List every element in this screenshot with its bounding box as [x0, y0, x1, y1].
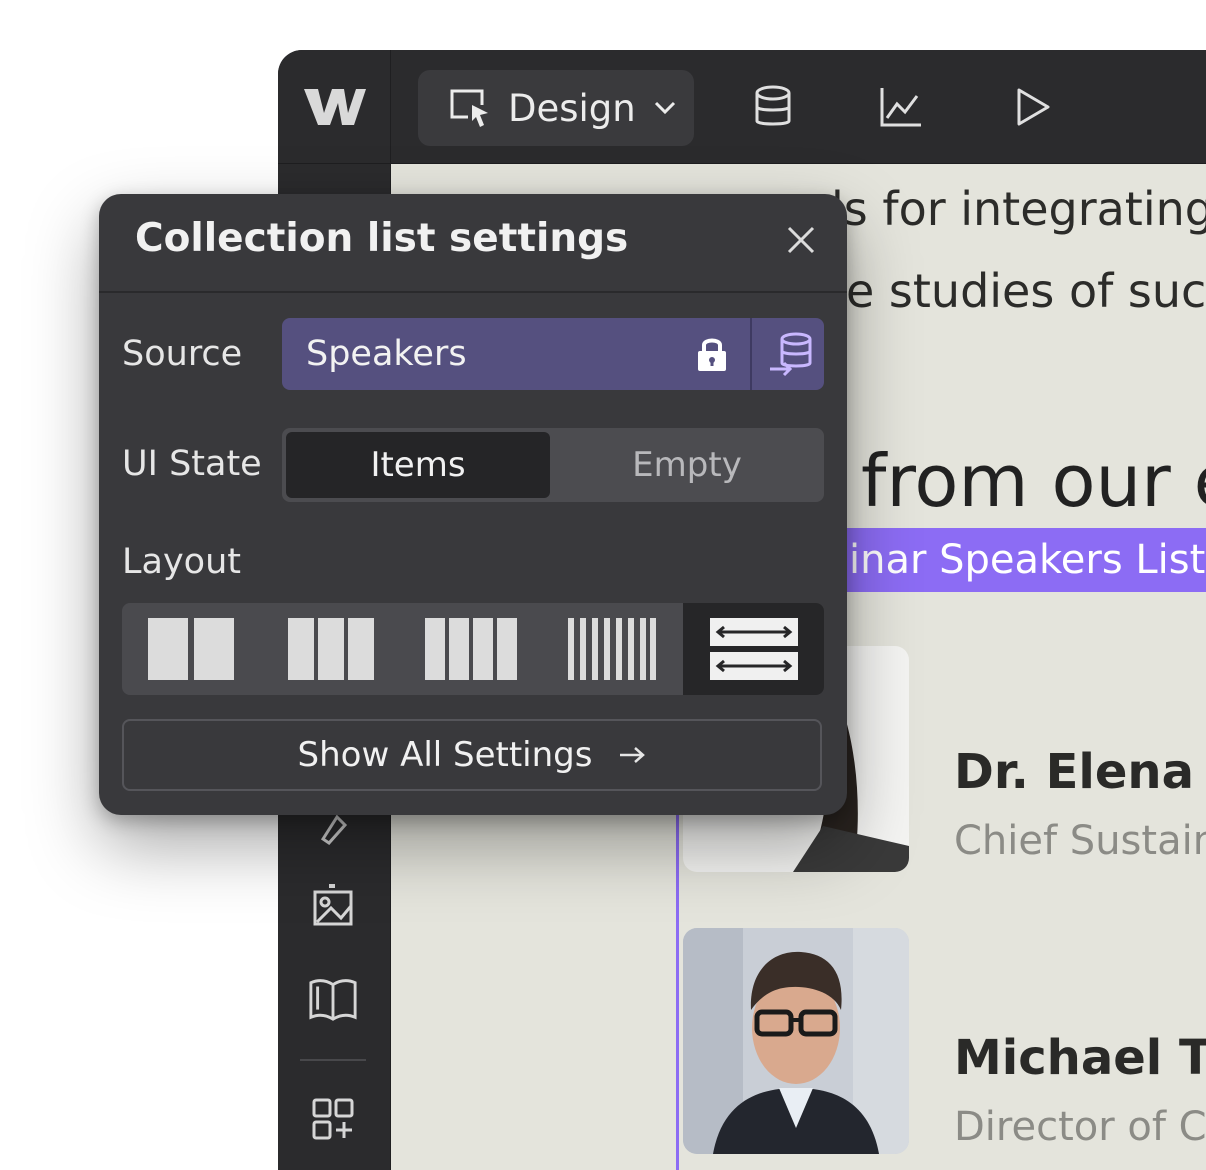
canvas-text-line: ls for integrating	[831, 182, 1206, 236]
field-divider	[750, 318, 752, 390]
ui-state-segmented-control: Items Empty	[282, 428, 824, 502]
show-all-settings-label: Show All Settings	[297, 735, 593, 775]
speaker-role: Chief Sustain	[954, 818, 1206, 864]
design-mode-label: Design	[508, 86, 636, 130]
layout-label: Layout	[122, 542, 241, 582]
panel-title: Collection list settings	[135, 216, 629, 261]
speaker-photo[interactable]	[683, 928, 909, 1154]
ui-state-label: UI State	[122, 444, 262, 484]
collection-list-settings-panel: Collection list settings Source Speakers	[99, 194, 847, 815]
layout-2-columns-icon[interactable]	[122, 603, 262, 695]
layout-4-columns-icon[interactable]	[402, 603, 542, 695]
source-label: Source	[122, 334, 243, 374]
collection-list-name: inar Speakers List	[849, 537, 1206, 583]
show-all-settings-button[interactable]: Show All Settings	[122, 719, 822, 791]
top-toolbar: Design	[278, 50, 1206, 164]
chevron-down-icon	[654, 101, 676, 115]
ui-state-items-option[interactable]: Items	[286, 432, 550, 498]
book-icon[interactable]	[308, 974, 358, 1024]
cursor-select-icon	[448, 87, 492, 129]
source-value: Speakers	[306, 334, 467, 374]
speaker-name: Dr. Elena M	[954, 744, 1206, 800]
analytics-icon[interactable]	[876, 82, 926, 132]
play-preview-icon[interactable]	[1008, 82, 1058, 132]
panel-header: Collection list settings	[99, 194, 847, 293]
speaker-role: Director of Cl	[954, 1104, 1206, 1150]
layout-full-width-rows-icon[interactable]	[683, 603, 824, 695]
lock-icon	[692, 332, 732, 376]
canvas-text-line: e studies of suc	[846, 264, 1206, 318]
layout-3-columns-icon[interactable]	[262, 603, 402, 695]
assets-image-icon[interactable]	[308, 880, 358, 930]
speaker-name: Michael Th	[954, 1030, 1206, 1086]
layout-options	[122, 603, 824, 695]
apps-add-icon[interactable]	[308, 1094, 358, 1144]
layout-6-columns-icon[interactable]	[542, 603, 682, 695]
close-icon[interactable]	[783, 222, 819, 258]
arrow-right-icon	[618, 745, 646, 765]
ui-state-empty-option[interactable]: Empty	[554, 432, 820, 498]
canvas-heading: from our e	[861, 439, 1206, 523]
design-mode-button[interactable]: Design	[418, 70, 694, 146]
collection-list-selection-label[interactable]: inar Speakers List	[831, 528, 1206, 592]
change-source-database-icon[interactable]	[766, 328, 818, 380]
source-select[interactable]: Speakers	[282, 318, 824, 390]
webflow-logo[interactable]	[278, 50, 391, 163]
sidebar-divider	[300, 1059, 366, 1061]
database-icon[interactable]	[748, 82, 798, 132]
